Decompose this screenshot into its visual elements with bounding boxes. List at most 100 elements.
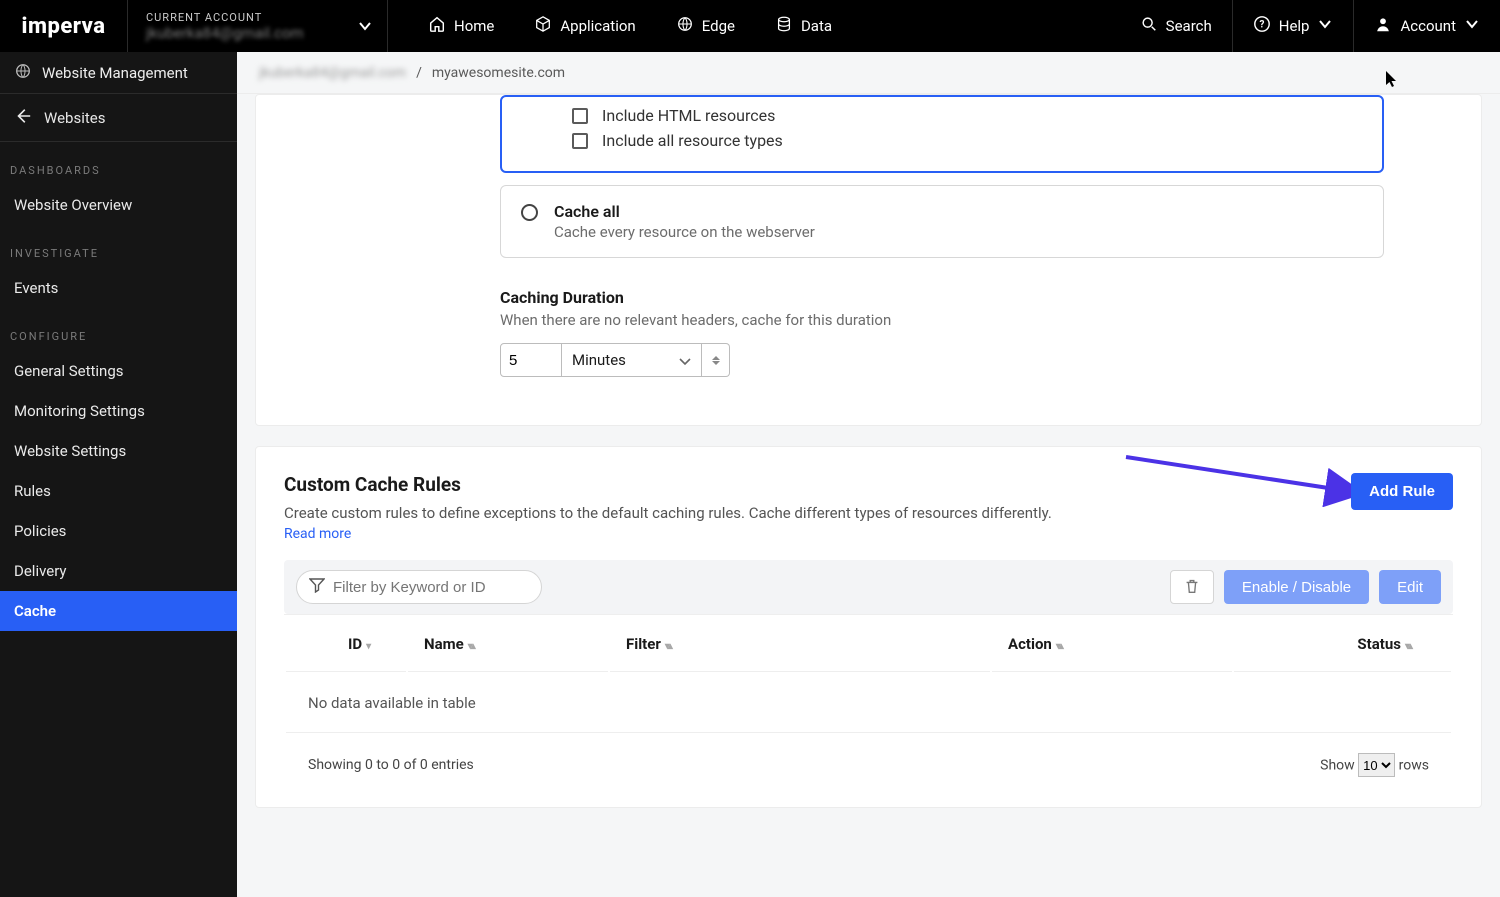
duration-desc: When there are no relevant headers, cach… [256, 311, 1481, 329]
sidebar-item-overview[interactable]: Website Overview [0, 185, 237, 225]
sidebar-item-label: Website Overview [14, 196, 132, 214]
sidebar-context-label: Website Management [42, 64, 188, 82]
rules-table: ID▾ Name▾▴ Filter ▾▴ Action▾▴ Status ▾▴ No… [284, 614, 1453, 735]
sidebar-item-policies[interactable]: Policies [0, 511, 237, 551]
checkbox-label: Include HTML resources [602, 106, 775, 125]
database-icon [775, 15, 793, 37]
col-label: Status [1357, 635, 1401, 653]
main-area: jkuberka84@gmail.com / myawesomesite.com… [237, 52, 1500, 897]
duration-stepper[interactable] [702, 343, 730, 377]
sidebar-item-label: Policies [14, 522, 66, 540]
page-size-select[interactable]: 10 [1358, 753, 1395, 777]
breadcrumb: jkuberka84@gmail.com / myawesomesite.com [237, 52, 1500, 94]
checkbox-include-html[interactable]: Include HTML resources [502, 103, 1382, 128]
sidebar-item-website-settings[interactable]: Website Settings [0, 431, 237, 471]
step-up-icon [712, 356, 720, 360]
sidebar-section-investigate: INVESTIGATE [0, 225, 237, 268]
radio-cache-all[interactable]: Cache all Cache every resource on the we… [500, 185, 1384, 258]
delete-button[interactable] [1170, 570, 1214, 604]
sidebar-item-delivery[interactable]: Delivery [0, 551, 237, 591]
nav-application-label: Application [560, 17, 635, 35]
rules-title: Custom Cache Rules [284, 473, 1453, 496]
user-icon [1374, 15, 1392, 37]
nav-account-label: Account [1400, 17, 1456, 35]
breadcrumb-account[interactable]: jkuberka84@gmail.com [259, 65, 406, 81]
sidebar-item-label: General Settings [14, 362, 124, 380]
rules-desc: Create custom rules to define exceptions… [284, 504, 1453, 522]
nav-help-label: Help [1279, 17, 1310, 35]
nav-help[interactable]: ? Help [1232, 0, 1354, 52]
search-icon [1140, 15, 1158, 37]
rows-label: rows [1399, 758, 1429, 774]
cache-mode-selected-block: Include HTML resources Include all resou… [500, 95, 1384, 173]
sidebar-section-configure: CONFIGURE [0, 308, 237, 351]
duration-control: Minutes [256, 343, 1481, 377]
sidebar-back[interactable]: Websites [0, 94, 237, 142]
sidebar-item-events[interactable]: Events [0, 268, 237, 308]
account-value: jkuberka84@gmail.com [146, 24, 369, 42]
col-label: Action [1008, 635, 1052, 653]
sidebar-item-rules[interactable]: Rules [0, 471, 237, 511]
nav-home[interactable]: Home [410, 0, 512, 52]
edit-button[interactable]: Edit [1379, 570, 1441, 604]
checkbox-icon [572, 108, 588, 124]
nav-application[interactable]: Application [516, 0, 653, 52]
nav-right: Search ? Help Account [1120, 0, 1500, 52]
account-picker[interactable]: CURRENT ACCOUNT jkuberka84@gmail.com [128, 0, 388, 52]
sidebar-context: Website Management [0, 52, 237, 94]
col-filter[interactable]: Filter ▾▴ [610, 617, 990, 672]
globe-outline-icon [14, 62, 32, 84]
nav-account[interactable]: Account [1353, 0, 1500, 52]
svg-text:?: ? [1259, 20, 1264, 31]
caret-down-icon [1317, 16, 1333, 36]
col-action[interactable]: Action▾▴ [992, 617, 1232, 672]
read-more-link[interactable]: Read more [284, 526, 351, 542]
sort-icon: ▾ [366, 641, 369, 652]
table-footer: Showing 0 to 0 of 0 entries Show 10 rows [284, 735, 1453, 777]
cache-mode-card: Include HTML resources Include all resou… [255, 94, 1482, 426]
radio-subtitle: Cache every resource on the webserver [554, 223, 815, 241]
nav-search[interactable]: Search [1120, 0, 1232, 52]
nav-data[interactable]: Data [757, 0, 850, 52]
duration-unit-select[interactable]: Minutes [562, 343, 702, 377]
sidebar-item-general-settings[interactable]: General Settings [0, 351, 237, 391]
radio-icon [521, 204, 538, 221]
show-label: Show [1320, 758, 1355, 774]
nav-home-label: Home [454, 17, 494, 35]
duration-number-input[interactable] [500, 343, 562, 377]
filter-icon [309, 577, 325, 597]
page-size-control: Show 10 rows [1320, 753, 1429, 777]
caret-down-icon [357, 18, 373, 38]
col-label: Filter [626, 635, 661, 653]
primary-nav: Home Application Edge Data [388, 0, 850, 52]
col-status[interactable]: Status ▾▴ [1234, 617, 1451, 672]
chevron-down-icon [677, 353, 693, 373]
sidebar: Website Management Websites DASHBOARDS W… [0, 52, 237, 897]
checkbox-icon [572, 133, 588, 149]
nav-edge[interactable]: Edge [658, 0, 753, 52]
breadcrumb-site[interactable]: myawesomesite.com [432, 65, 565, 81]
filter-input[interactable] [333, 579, 525, 596]
custom-cache-rules-card: Custom Cache Rules Create custom rules t… [255, 446, 1482, 808]
breadcrumb-separator: / [416, 65, 422, 81]
checkbox-label: Include all resource types [602, 131, 783, 150]
caret-down-icon [1464, 16, 1480, 36]
sidebar-item-monitoring-settings[interactable]: Monitoring Settings [0, 391, 237, 431]
duration-unit-label: Minutes [572, 351, 626, 369]
sidebar-item-label: Monitoring Settings [14, 402, 145, 420]
cube-icon [534, 15, 552, 37]
filter-input-wrap[interactable] [296, 570, 542, 604]
sidebar-item-label: Rules [14, 482, 51, 500]
globe-icon [676, 15, 694, 37]
enable-disable-button[interactable]: Enable / Disable [1224, 570, 1369, 604]
checkbox-include-all[interactable]: Include all resource types [502, 128, 1382, 153]
col-id[interactable]: ID▾ [286, 617, 406, 672]
add-rule-button[interactable]: Add Rule [1351, 473, 1453, 510]
col-name[interactable]: Name▾▴ [408, 617, 608, 672]
sort-icon: ▾▴ [665, 641, 671, 652]
sort-icon: ▾▴ [1405, 641, 1411, 652]
table-empty-row: No data available in table [286, 674, 1451, 733]
sidebar-item-cache[interactable]: Cache [0, 591, 237, 631]
col-label: Name [424, 635, 464, 653]
sidebar-item-label: Cache [14, 602, 56, 620]
